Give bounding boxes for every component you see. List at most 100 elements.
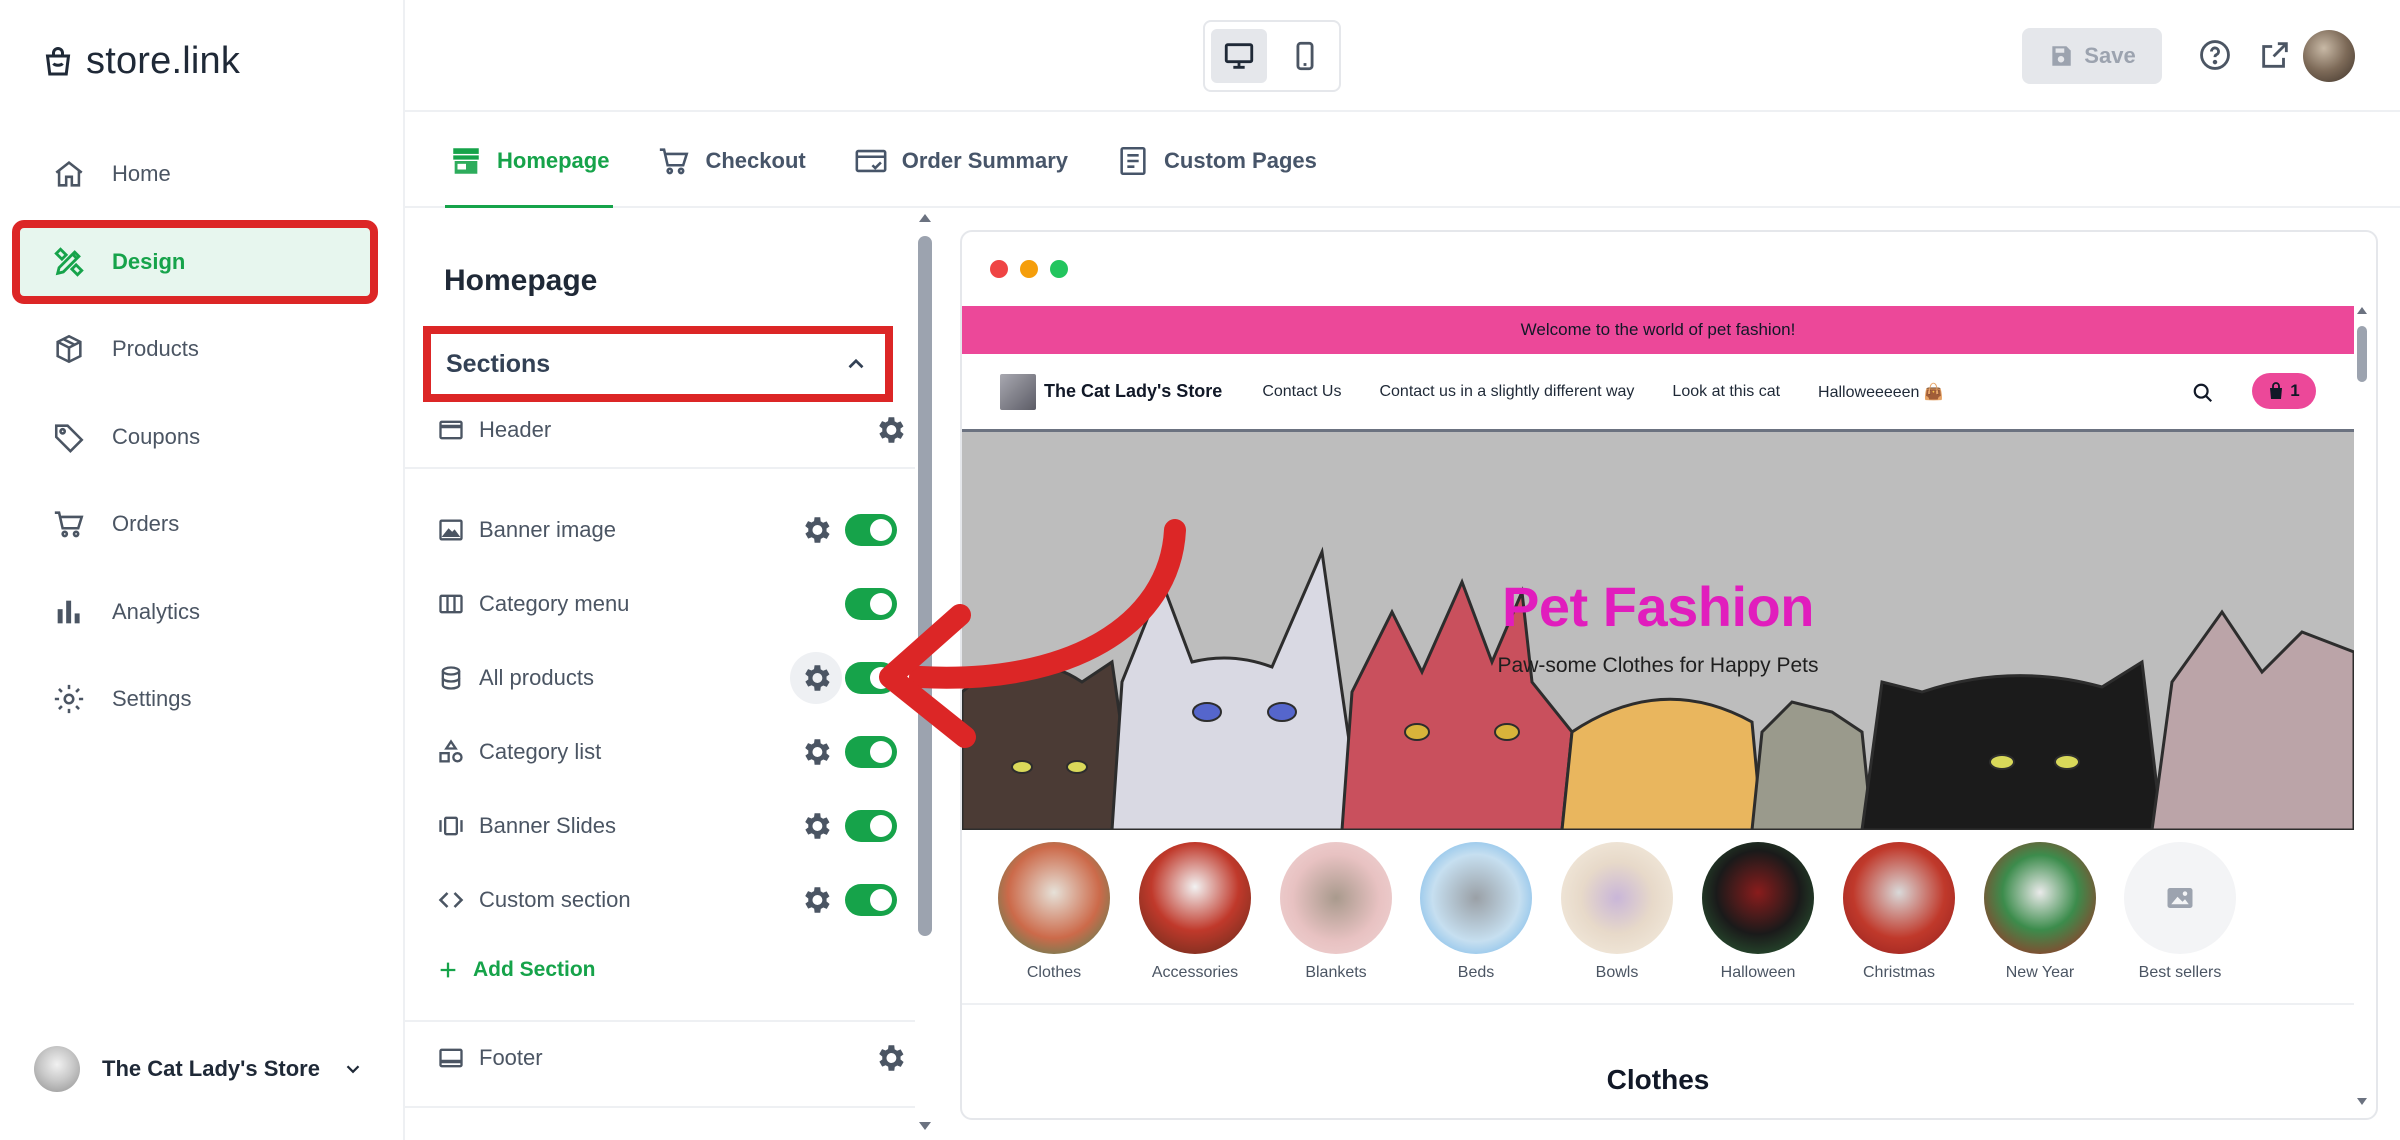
store-preview-window: Welcome to the world of pet fashion! The… (960, 230, 2378, 1120)
custom-section-toggle[interactable] (845, 884, 897, 916)
all-products-toggle[interactable] (845, 662, 897, 694)
section-label: Category menu (479, 591, 630, 616)
store-brand-name: The Cat Lady's Store (1044, 381, 1223, 401)
category-image (998, 842, 1110, 954)
section-row-category-list[interactable]: Category list (437, 727, 897, 777)
category-label: Accessories (1151, 964, 1239, 981)
hero-title: Pet Fashion (1502, 575, 1814, 638)
sections-accordion-header[interactable]: Sections (423, 326, 893, 402)
section-row-banner-slides[interactable]: Banner Slides (437, 801, 897, 851)
tab-checkout[interactable]: Checkout (653, 114, 809, 208)
store-switcher[interactable]: The Cat Lady's Store (34, 1046, 364, 1092)
category-item[interactable]: Accessories (1139, 842, 1251, 982)
custom-section-settings-gear-icon[interactable] (799, 883, 833, 917)
device-toggle (1203, 20, 1341, 92)
sidebar-item-products[interactable]: Products (20, 315, 370, 383)
section-row-footer[interactable]: Footer (437, 1033, 904, 1083)
category-item[interactable]: Clothes (998, 842, 1110, 982)
sidebar-item-coupons[interactable]: Coupons (20, 403, 370, 471)
add-section-label: Add Section (473, 958, 596, 981)
hero-subtitle: Paw-some Clothes for Happy Pets (1497, 654, 1819, 677)
section-row-all-products[interactable]: All products (437, 652, 897, 704)
banner-image-settings-gear-icon[interactable] (799, 513, 833, 547)
user-avatar[interactable] (2303, 30, 2355, 82)
category-list-settings-gear-icon[interactable] (799, 735, 833, 769)
store-brand[interactable]: The Cat Lady's Store (1000, 373, 1223, 410)
store-nav-link[interactable]: Halloweeeeen 👜 (1818, 382, 1944, 402)
banner-slides-toggle[interactable] (845, 810, 897, 842)
store-nav-link[interactable]: Contact Us (1262, 383, 1341, 401)
panel-scrollbar[interactable] (917, 214, 933, 1134)
tab-label: Order Summary (901, 148, 1069, 173)
section-row-category-menu[interactable]: Category menu (437, 579, 897, 629)
sidebar-item-design[interactable]: Design (12, 219, 378, 304)
sidebar-item-analytics[interactable]: Analytics (20, 578, 370, 646)
footer-settings-gear-icon[interactable] (873, 1041, 907, 1075)
section-row-custom-section[interactable]: Custom section (437, 875, 897, 925)
category-item[interactable]: Bowls (1561, 842, 1673, 982)
database-icon (441, 666, 461, 690)
app-logo[interactable]: store.link (40, 40, 240, 83)
columns-icon (439, 594, 463, 614)
search-icon[interactable] (2192, 382, 2214, 404)
scroll-down-arrow-icon[interactable] (2356, 1096, 2368, 1106)
external-link-icon[interactable] (2258, 38, 2292, 72)
category-item[interactable]: Beds (1420, 842, 1532, 982)
panel-divider (405, 467, 915, 469)
header-settings-gear-icon[interactable] (873, 413, 907, 447)
section-row-banner-image[interactable]: Banner image (437, 505, 897, 555)
tab-order-summary[interactable]: Order Summary (850, 114, 1072, 208)
category-list-toggle[interactable] (845, 736, 897, 768)
section-label: Custom section (479, 887, 631, 912)
category-item[interactable]: Best sellers (2124, 842, 2236, 982)
panel-title: Homepage (444, 264, 598, 297)
banner-image-toggle[interactable] (845, 514, 897, 546)
category-image (1139, 842, 1251, 954)
maximize-dot (1050, 260, 1068, 278)
close-dot (990, 260, 1008, 278)
help-icon[interactable] (2198, 38, 2232, 72)
scroll-up-arrow-icon[interactable] (917, 212, 933, 224)
sidebar-item-settings[interactable]: Settings (20, 665, 370, 733)
mobile-view-button[interactable] (1277, 29, 1333, 83)
category-list: Clothes Accessories Blankets Beds Bowls … (962, 842, 2354, 992)
store-nav-link[interactable]: Look at this cat (1672, 383, 1780, 401)
category-label: Best sellers (2138, 964, 2222, 981)
section-heading: Clothes (1606, 1064, 1710, 1095)
preview-scrollbar[interactable] (2356, 306, 2368, 1106)
scroll-down-arrow-icon[interactable] (917, 1120, 933, 1132)
category-item[interactable]: Christmas (1843, 842, 1955, 982)
sidebar-item-label: Settings (112, 686, 192, 711)
panel-scrollbar-thumb[interactable] (918, 236, 932, 936)
image-placeholder-icon (2167, 888, 2193, 908)
sidebar-item-home[interactable]: Home (20, 140, 370, 208)
gear-icon (54, 684, 84, 714)
logo-text: store.link (86, 40, 241, 82)
banner-slides-settings-gear-icon[interactable] (799, 809, 833, 843)
sidebar-item-orders[interactable]: Orders (20, 490, 370, 558)
all-products-settings-gear-icon[interactable] (799, 661, 833, 695)
image-icon (439, 519, 463, 541)
plus-icon (440, 962, 456, 978)
cart-button[interactable]: 1 (2252, 373, 2316, 409)
save-button[interactable]: Save (2022, 28, 2162, 84)
sidebar-nav: Home Design Products Coupons Orders Anal… (12, 140, 378, 753)
top-bar: Save (405, 0, 2400, 112)
shopping-bag-icon (2270, 382, 2283, 399)
tab-custom-pages[interactable]: Custom Pages (1112, 114, 1321, 208)
desktop-view-button[interactable] (1211, 29, 1267, 83)
category-menu-toggle[interactable] (845, 588, 897, 620)
store-nav-link[interactable]: Contact us in a slightly different way (1379, 383, 1634, 401)
category-item[interactable]: Blankets (1280, 842, 1392, 982)
add-section-button[interactable]: Add Section (437, 958, 596, 982)
category-item[interactable]: New Year (1984, 842, 2096, 982)
tab-label: Checkout (705, 148, 806, 173)
section-row-header[interactable]: Header (437, 405, 904, 455)
sidebar-item-label: Products (112, 336, 199, 361)
category-item[interactable]: Halloween (1702, 842, 1814, 982)
preview-scrollbar-thumb[interactable] (2357, 326, 2367, 382)
section-label: Category list (479, 739, 602, 764)
tab-homepage[interactable]: Homepage (445, 114, 614, 208)
scroll-up-arrow-icon[interactable] (2356, 306, 2368, 316)
store-switcher-name: The Cat Lady's Store (102, 1056, 320, 1081)
